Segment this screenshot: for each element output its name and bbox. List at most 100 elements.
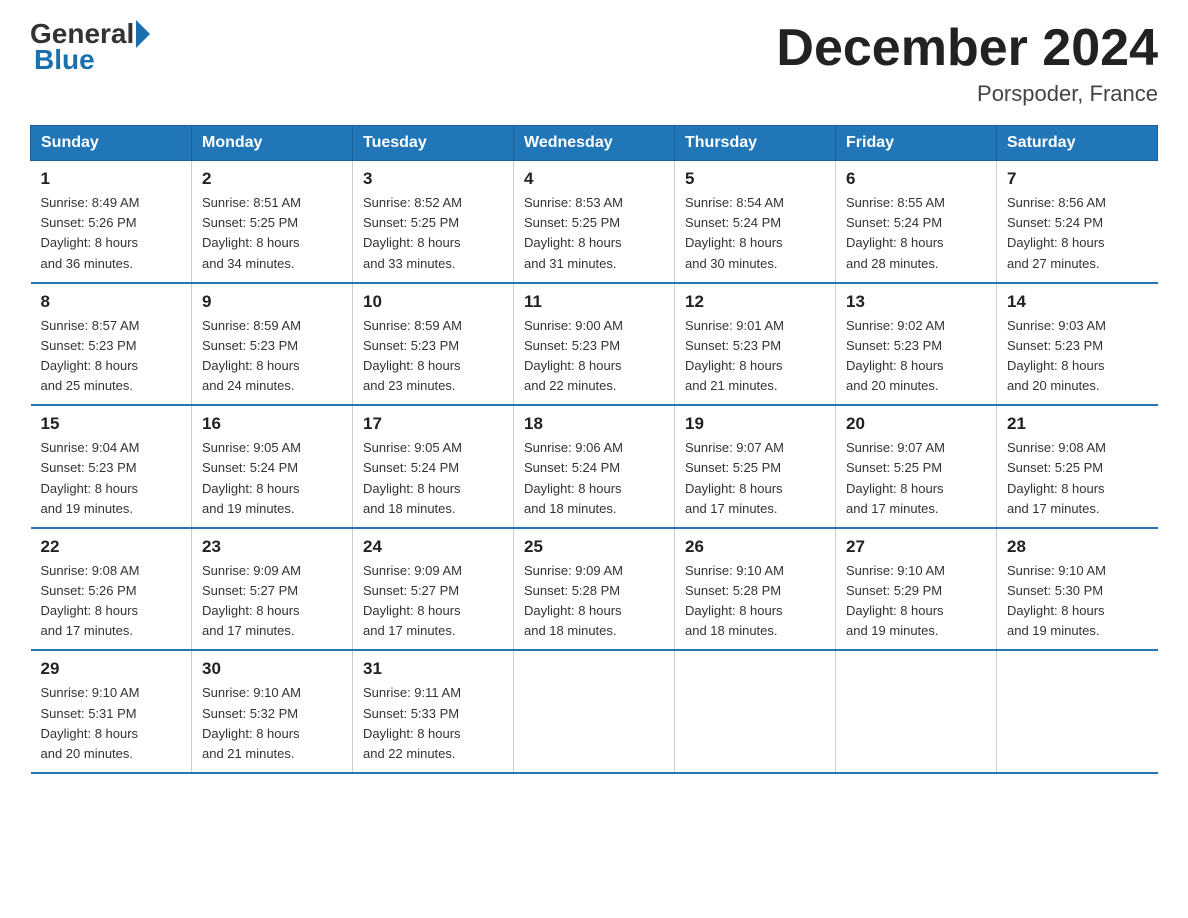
day-number: 27 (846, 537, 986, 557)
header-tuesday: Tuesday (353, 126, 514, 161)
day-number: 12 (685, 292, 825, 312)
day-number: 16 (202, 414, 342, 434)
title-block: December 2024 Porspoder, France (776, 20, 1158, 107)
day-number: 26 (685, 537, 825, 557)
day-number: 2 (202, 169, 342, 189)
day-info: Sunrise: 9:02 AM Sunset: 5:23 PM Dayligh… (846, 316, 986, 397)
day-number: 29 (41, 659, 182, 679)
day-number: 21 (1007, 414, 1148, 434)
day-number: 3 (363, 169, 503, 189)
day-number: 13 (846, 292, 986, 312)
day-number: 23 (202, 537, 342, 557)
day-info: Sunrise: 9:10 AM Sunset: 5:32 PM Dayligh… (202, 683, 342, 764)
calendar-cell: 7Sunrise: 8:56 AM Sunset: 5:24 PM Daylig… (997, 161, 1158, 283)
day-number: 19 (685, 414, 825, 434)
calendar-cell: 20 Sunrise: 9:07 AM Sunset: 5:25 PM Dayli… (836, 405, 997, 528)
calendar-cell (997, 650, 1158, 773)
calendar-cell: 9Sunrise: 8:59 AM Sunset: 5:23 PM Daylig… (192, 283, 353, 406)
header-sunday: Sunday (31, 126, 192, 161)
day-info: Sunrise: 9:05 AM Sunset: 5:24 PM Dayligh… (202, 438, 342, 519)
calendar-cell: 22 Sunrise: 9:08 AM Sunset: 5:26 PM Dayli… (31, 528, 192, 651)
calendar-cell: 21Sunrise: 9:08 AM Sunset: 5:25 PM Dayli… (997, 405, 1158, 528)
day-info: Sunrise: 9:00 AM Sunset: 5:23 PM Dayligh… (524, 316, 664, 397)
calendar-cell: 26Sunrise: 9:10 AM Sunset: 5:28 PM Dayli… (675, 528, 836, 651)
calendar-cell: 16 Sunrise: 9:05 AM Sunset: 5:24 PM Dayli… (192, 405, 353, 528)
calendar-week-row: 22 Sunrise: 9:08 AM Sunset: 5:26 PM Dayli… (31, 528, 1158, 651)
day-number: 22 (41, 537, 182, 557)
day-info: Sunrise: 8:56 AM Sunset: 5:24 PM Dayligh… (1007, 193, 1148, 274)
calendar-cell: 13 Sunrise: 9:02 AM Sunset: 5:23 PM Dayli… (836, 283, 997, 406)
calendar-cell: 27 Sunrise: 9:10 AM Sunset: 5:29 PM Dayli… (836, 528, 997, 651)
logo-blue: Blue (34, 44, 95, 75)
day-number: 31 (363, 659, 503, 679)
day-info: Sunrise: 8:55 AM Sunset: 5:24 PM Dayligh… (846, 193, 986, 274)
day-number: 28 (1007, 537, 1148, 557)
day-number: 24 (363, 537, 503, 557)
day-info: Sunrise: 8:51 AM Sunset: 5:25 PM Dayligh… (202, 193, 342, 274)
header-saturday: Saturday (997, 126, 1158, 161)
day-info: Sunrise: 8:59 AM Sunset: 5:23 PM Dayligh… (363, 316, 503, 397)
calendar-cell: 4Sunrise: 8:53 AM Sunset: 5:25 PM Daylig… (514, 161, 675, 283)
calendar-cell: 10 Sunrise: 8:59 AM Sunset: 5:23 PM Dayli… (353, 283, 514, 406)
calendar-cell: 30 Sunrise: 9:10 AM Sunset: 5:32 PM Dayli… (192, 650, 353, 773)
day-number: 25 (524, 537, 664, 557)
day-number: 1 (41, 169, 182, 189)
day-number: 8 (41, 292, 182, 312)
calendar-cell: 29 Sunrise: 9:10 AM Sunset: 5:31 PM Dayli… (31, 650, 192, 773)
day-info: Sunrise: 8:54 AM Sunset: 5:24 PM Dayligh… (685, 193, 825, 274)
calendar-table: SundayMondayTuesdayWednesdayThursdayFrid… (30, 125, 1158, 774)
day-number: 10 (363, 292, 503, 312)
calendar-cell (514, 650, 675, 773)
day-info: Sunrise: 9:04 AM Sunset: 5:23 PM Dayligh… (41, 438, 182, 519)
calendar-cell: 5 Sunrise: 8:54 AM Sunset: 5:24 PM Daylig… (675, 161, 836, 283)
header-friday: Friday (836, 126, 997, 161)
day-number: 30 (202, 659, 342, 679)
day-info: Sunrise: 9:03 AM Sunset: 5:23 PM Dayligh… (1007, 316, 1148, 397)
day-info: Sunrise: 9:06 AM Sunset: 5:24 PM Dayligh… (524, 438, 664, 519)
calendar-cell: 18 Sunrise: 9:06 AM Sunset: 5:24 PM Dayli… (514, 405, 675, 528)
calendar-cell: 24 Sunrise: 9:09 AM Sunset: 5:27 PM Dayli… (353, 528, 514, 651)
day-info: Sunrise: 9:11 AM Sunset: 5:33 PM Dayligh… (363, 683, 503, 764)
calendar-cell: 6 Sunrise: 8:55 AM Sunset: 5:24 PM Daylig… (836, 161, 997, 283)
day-info: Sunrise: 9:10 AM Sunset: 5:31 PM Dayligh… (41, 683, 182, 764)
day-info: Sunrise: 9:09 AM Sunset: 5:27 PM Dayligh… (363, 561, 503, 642)
day-number: 6 (846, 169, 986, 189)
day-number: 18 (524, 414, 664, 434)
calendar-cell (836, 650, 997, 773)
day-info: Sunrise: 9:09 AM Sunset: 5:28 PM Dayligh… (524, 561, 664, 642)
calendar-cell: 23 Sunrise: 9:09 AM Sunset: 5:27 PM Dayli… (192, 528, 353, 651)
calendar-cell: 14 Sunrise: 9:03 AM Sunset: 5:23 PM Dayli… (997, 283, 1158, 406)
header-thursday: Thursday (675, 126, 836, 161)
calendar-cell: 25 Sunrise: 9:09 AM Sunset: 5:28 PM Dayli… (514, 528, 675, 651)
day-number: 11 (524, 292, 664, 312)
calendar-cell: 8 Sunrise: 8:57 AM Sunset: 5:23 PM Daylig… (31, 283, 192, 406)
day-info: Sunrise: 9:09 AM Sunset: 5:27 PM Dayligh… (202, 561, 342, 642)
day-info: Sunrise: 9:07 AM Sunset: 5:25 PM Dayligh… (846, 438, 986, 519)
calendar-week-row: 1 Sunrise: 8:49 AM Sunset: 5:26 PM Daylig… (31, 161, 1158, 283)
calendar-cell: 3 Sunrise: 8:52 AM Sunset: 5:25 PM Daylig… (353, 161, 514, 283)
calendar-cell: 31 Sunrise: 9:11 AM Sunset: 5:33 PM Dayli… (353, 650, 514, 773)
day-info: Sunrise: 8:52 AM Sunset: 5:25 PM Dayligh… (363, 193, 503, 274)
day-number: 14 (1007, 292, 1148, 312)
day-info: Sunrise: 8:49 AM Sunset: 5:26 PM Dayligh… (41, 193, 182, 274)
day-number: 15 (41, 414, 182, 434)
day-info: Sunrise: 9:05 AM Sunset: 5:24 PM Dayligh… (363, 438, 503, 519)
month-title: December 2024 (776, 20, 1158, 77)
calendar-cell (675, 650, 836, 773)
day-info: Sunrise: 9:10 AM Sunset: 5:30 PM Dayligh… (1007, 561, 1148, 642)
day-number: 17 (363, 414, 503, 434)
calendar-cell: 2 Sunrise: 8:51 AM Sunset: 5:25 PM Daylig… (192, 161, 353, 283)
day-info: Sunrise: 9:08 AM Sunset: 5:26 PM Dayligh… (41, 561, 182, 642)
calendar-week-row: 29 Sunrise: 9:10 AM Sunset: 5:31 PM Dayli… (31, 650, 1158, 773)
calendar-cell: 1 Sunrise: 8:49 AM Sunset: 5:26 PM Daylig… (31, 161, 192, 283)
day-number: 5 (685, 169, 825, 189)
day-info: Sunrise: 9:10 AM Sunset: 5:29 PM Dayligh… (846, 561, 986, 642)
calendar-week-row: 15 Sunrise: 9:04 AM Sunset: 5:23 PM Dayli… (31, 405, 1158, 528)
calendar-week-row: 8 Sunrise: 8:57 AM Sunset: 5:23 PM Daylig… (31, 283, 1158, 406)
day-info: Sunrise: 8:53 AM Sunset: 5:25 PM Dayligh… (524, 193, 664, 274)
day-info: Sunrise: 8:57 AM Sunset: 5:23 PM Dayligh… (41, 316, 182, 397)
calendar-cell: 19Sunrise: 9:07 AM Sunset: 5:25 PM Dayli… (675, 405, 836, 528)
day-info: Sunrise: 9:01 AM Sunset: 5:23 PM Dayligh… (685, 316, 825, 397)
logo-arrow-icon (136, 20, 150, 48)
day-number: 20 (846, 414, 986, 434)
